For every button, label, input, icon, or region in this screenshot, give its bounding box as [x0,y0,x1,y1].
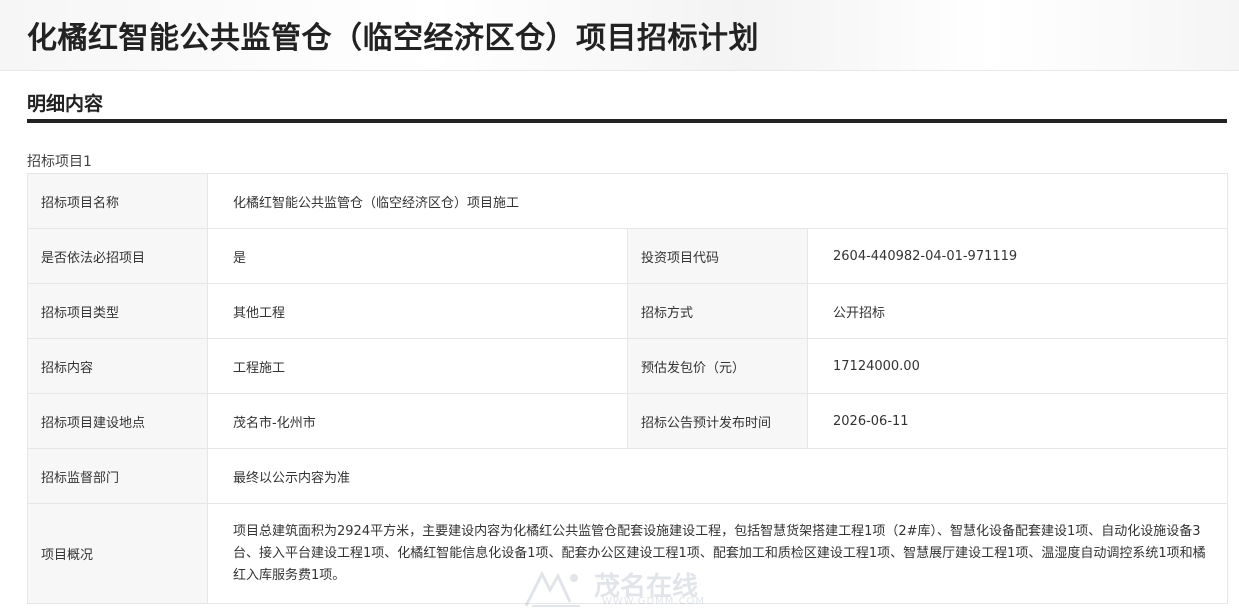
estimated-price-value: 17124000.00 [806,338,1229,394]
page-header: 化橘红智能公共监管仓（临空经济区仓）项目招标计划 [0,0,1239,71]
bid-type-value: 其他工程 [207,283,628,339]
bid-name-label: 招标项目名称 [27,173,208,229]
location-value: 茂名市-化州市 [207,393,628,449]
publish-time-value: 2026-06-11 [806,393,1229,449]
section-divider [27,119,1227,123]
table-row: 招标内容 工程施工 预估发包价（元） 17124000.00 [27,338,1229,394]
supervisor-value: 最终以公示内容为准 [206,448,1229,504]
bid-method-value: 公开招标 [806,283,1229,339]
table-row: 项目概况 项目总建筑面积为2924平方米，主要建设内容为化橘红公共监管仓配套设施… [27,503,1229,604]
invest-code-value: 2604-440982-04-01-971119 [806,228,1229,284]
supervisor-label: 招标监督部门 [27,448,208,504]
publish-time-label: 招标公告预计发布时间 [627,393,808,449]
table-row: 招标监督部门 最终以公示内容为准 [27,448,1229,504]
bid-item-group-label: 招标项目1 [27,154,92,170]
section-title: 明细内容 [27,93,104,115]
bid-content-label: 招标内容 [27,338,208,394]
overview-label: 项目概况 [27,503,208,604]
table-row: 招标项目名称 化橘红智能公共监管仓（临空经济区仓）项目施工 [27,173,1229,229]
table-row: 招标项目建设地点 茂名市-化州市 招标公告预计发布时间 2026-06-11 [27,393,1229,449]
mandatory-bid-label: 是否依法必招项目 [27,228,208,284]
bid-detail-table: 招标项目名称 化橘红智能公共监管仓（临空经济区仓）项目施工 是否依法必招项目 是… [27,173,1229,604]
table-row: 是否依法必招项目 是 投资项目代码 2604-440982-04-01-9711… [27,228,1229,284]
overview-value: 项目总建筑面积为2924平方米，主要建设内容为化橘红公共监管仓配套设施建设工程，… [206,503,1229,604]
bid-type-label: 招标项目类型 [27,283,208,339]
invest-code-label: 投资项目代码 [627,228,808,284]
bid-method-label: 招标方式 [627,283,808,339]
bid-content-value: 工程施工 [207,338,628,394]
table-row: 招标项目类型 其他工程 招标方式 公开招标 [27,283,1229,339]
location-label: 招标项目建设地点 [27,393,208,449]
estimated-price-label: 预估发包价（元） [627,338,808,394]
bid-name-value: 化橘红智能公共监管仓（临空经济区仓）项目施工 [206,173,1229,229]
mandatory-bid-value: 是 [207,228,628,284]
page-title: 化橘红智能公共监管仓（临空经济区仓）项目招标计划 [27,21,759,56]
